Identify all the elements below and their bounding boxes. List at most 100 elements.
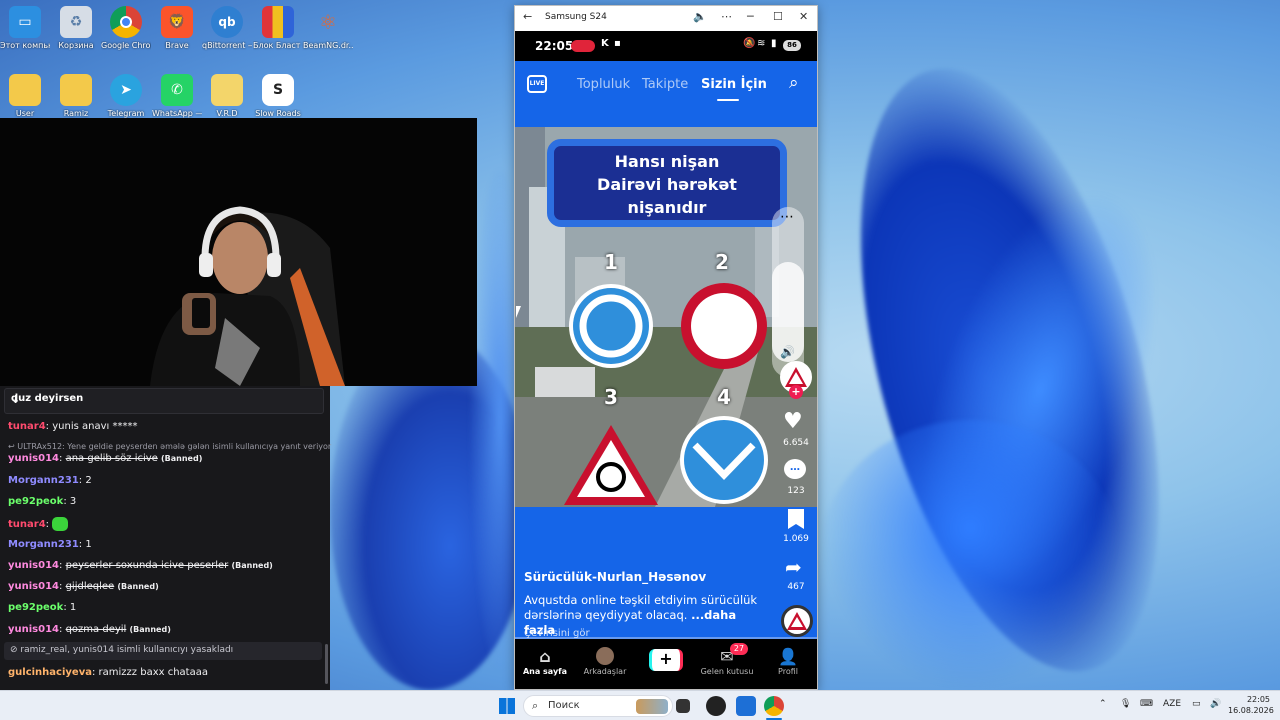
caption-username[interactable]: Sürücülük-Nurlan_Həsənov bbox=[524, 570, 706, 584]
keyboard-icon[interactable]: ⌨ bbox=[1140, 699, 1153, 709]
share-icon[interactable]: ➦ bbox=[785, 555, 802, 579]
obs-icon[interactable] bbox=[706, 696, 726, 716]
folder-icon bbox=[9, 74, 41, 106]
language-indicator[interactable]: AZE bbox=[1163, 699, 1181, 709]
desktop-icon-qbittorrent[interactable]: qb qBittorrent — ярлык bbox=[202, 6, 252, 51]
follow-plus-icon[interactable]: + bbox=[789, 385, 803, 399]
desktop-icon-recycle-bin[interactable]: ♻ Корзина bbox=[51, 6, 101, 51]
more-icon[interactable]: ⋯ bbox=[721, 10, 732, 23]
chat-username[interactable]: tunar4 bbox=[8, 421, 46, 432]
desktop-icon-brave[interactable]: 🦁 Brave bbox=[152, 6, 202, 51]
chat-pinned-message[interactable]: duz deyirsen ↓ bbox=[4, 388, 324, 414]
chat-username[interactable]: yunis014 bbox=[8, 453, 59, 464]
tab-sizin-icin[interactable]: Sizin İçin bbox=[701, 77, 767, 92]
nav-home[interactable]: ⌂ Ana sayfa bbox=[515, 647, 575, 676]
speaker-icon[interactable]: 🔈 bbox=[693, 10, 707, 23]
desktop-icon-ramiz-folder[interactable]: Ramiz bbox=[51, 74, 101, 119]
chat-username[interactable]: pe92peok bbox=[8, 496, 63, 507]
nav-profile[interactable]: 👤 Profil bbox=[758, 647, 817, 676]
minimize-icon[interactable]: ─ bbox=[747, 10, 754, 23]
desktop-icon-label: Google Chrome bbox=[101, 41, 151, 50]
diverge-arrows-sign-icon bbox=[680, 416, 768, 504]
folder-icon bbox=[211, 74, 243, 106]
arrow-down-icon[interactable]: ↓ bbox=[11, 393, 317, 406]
desktop-icon-user-folder[interactable]: User bbox=[0, 74, 50, 119]
search-icon[interactable]: ⌕ bbox=[789, 73, 799, 93]
chat-message: gulcinhaciyeva: ramizzz baxx chataaa bbox=[8, 667, 208, 678]
chat-message: pe92peok: 1 bbox=[8, 602, 77, 613]
desktop-icon-vrd-folder[interactable]: V.R.D bbox=[202, 74, 252, 119]
bookmark-icon[interactable] bbox=[788, 509, 804, 529]
comment-icon[interactable]: … bbox=[784, 459, 806, 479]
nav-create[interactable]: + bbox=[636, 647, 696, 671]
microphone-icon[interactable]: 🎙 bbox=[1120, 699, 1131, 709]
chat-text: ramizzz baxx chataaa bbox=[98, 667, 208, 678]
tab-takipte[interactable]: Takipte bbox=[642, 77, 688, 92]
taskbar-search-box[interactable]: ⌕ Поиск bbox=[523, 695, 673, 717]
live-chat-panel: duz deyirsen ↓ tunar4: yunis anavı *****… bbox=[0, 386, 331, 690]
chat-message: yunis014: peyserler soxunda icive peserl… bbox=[8, 560, 273, 571]
nav-friends[interactable]: Arkadaşlar bbox=[575, 647, 635, 676]
taskbar-clock[interactable]: 22:05 16.08.2026 bbox=[1228, 694, 1274, 716]
roundabout-sign-icon bbox=[569, 284, 653, 368]
desktop-icon-slow-roads[interactable]: S Slow Roads bbox=[253, 74, 303, 119]
tab-topluluk[interactable]: Topluluk bbox=[577, 77, 630, 92]
nav-label: Arkadaşlar bbox=[583, 667, 627, 676]
video-frame[interactable]: Hansı nişan Dairəvi hərəkət nişanıdır 1 … bbox=[515, 127, 817, 507]
chat-username[interactable]: yunis014 bbox=[8, 560, 59, 571]
status-clock: 22:05 bbox=[535, 39, 574, 53]
chat-text: 3 bbox=[69, 496, 77, 507]
plus-icon: + bbox=[649, 649, 683, 671]
clock-time: 22:05 bbox=[1246, 695, 1270, 704]
more-options-icon[interactable]: ⋯ bbox=[780, 209, 794, 225]
chat-message: tunar4: bbox=[8, 517, 69, 531]
task-view-icon[interactable] bbox=[676, 699, 690, 713]
desktop-icon-whatsapp[interactable]: ✆ WhatsApp — bbox=[152, 74, 202, 119]
brave-lion-icon: 🦁 bbox=[161, 6, 193, 38]
chat-message: pe92peok: 3 bbox=[8, 496, 77, 507]
maximize-icon[interactable]: ☐ bbox=[773, 10, 783, 23]
close-icon[interactable]: ✕ bbox=[799, 10, 808, 23]
chat-username[interactable]: pe92peok bbox=[8, 602, 63, 613]
desktop-icon-this-pc[interactable]: ▭ Этот компьютер bbox=[0, 6, 50, 51]
chat-username[interactable]: gulcinhaciyeva bbox=[8, 667, 92, 678]
desktop-icon-chrome[interactable]: Google Chrome bbox=[101, 6, 151, 51]
volume-icon[interactable]: 🔊 bbox=[1210, 699, 1221, 709]
phone-status-bar: 22:05 K ▪ 🔕 ≋ ▮ 86 bbox=[515, 31, 817, 61]
windows-start-icon[interactable] bbox=[499, 698, 515, 714]
desktop-icon-beamng[interactable]: ⚛ BeamNG.dr... bbox=[303, 6, 353, 51]
chat-username[interactable]: Morgann231 bbox=[8, 539, 79, 550]
chrome-icon bbox=[110, 6, 142, 38]
back-arrow-icon[interactable]: ← bbox=[523, 10, 532, 23]
chat-username[interactable]: tunar4 bbox=[8, 519, 46, 530]
music-disc-avatar[interactable] bbox=[781, 605, 813, 637]
monitor-icon[interactable]: ▭ bbox=[1192, 699, 1201, 709]
desktop-icon-label: Корзина bbox=[58, 41, 94, 50]
webcam-overlay bbox=[0, 118, 477, 386]
battery-indicator: 86 bbox=[783, 40, 801, 51]
chat-scrollbar[interactable] bbox=[325, 644, 328, 684]
desktop-icon-label: BeamNG.dr... bbox=[303, 41, 353, 50]
chat-text: gijdleqlee bbox=[65, 581, 115, 592]
clock-date: 16.08.2026 bbox=[1228, 706, 1274, 715]
save-count: 1.069 bbox=[783, 534, 809, 544]
heart-icon[interactable]: ♥ bbox=[783, 409, 803, 434]
nav-inbox[interactable]: ✉ Gelen kutusu 27 bbox=[697, 643, 757, 676]
window-titlebar[interactable]: ← Samsung S24 🔈 ⋯ ─ ☐ ✕ bbox=[515, 6, 817, 30]
chrome-taskbar-icon[interactable] bbox=[764, 696, 784, 716]
chat-username[interactable]: yunis014 bbox=[8, 581, 59, 592]
playback-side-panel[interactable]: ⋯ 🔊 bbox=[772, 207, 804, 377]
app-icon: K bbox=[601, 38, 609, 49]
chat-username[interactable]: Morgann231 bbox=[8, 475, 79, 486]
live-icon[interactable]: LIVE bbox=[527, 75, 547, 93]
chevron-up-icon[interactable]: ⌃ bbox=[1099, 699, 1107, 709]
desktop-icon-block-blast[interactable]: Блок Бласт (Block Blast) bbox=[253, 6, 303, 51]
sound-icon[interactable]: 🔊 bbox=[780, 345, 795, 359]
emote-icon bbox=[52, 517, 69, 531]
chat-username[interactable]: yunis014 bbox=[8, 624, 59, 635]
tiktok-top-nav: LIVE Topluluk Takipte Sizin İçin ⌕ bbox=[515, 61, 817, 111]
chat-message: tunar4: yunis anavı ***** bbox=[8, 421, 138, 432]
search-icon: ⌕ bbox=[532, 699, 539, 712]
app-window-icon[interactable] bbox=[736, 696, 756, 716]
desktop-icon-telegram[interactable]: ➤ Telegram bbox=[101, 74, 151, 119]
